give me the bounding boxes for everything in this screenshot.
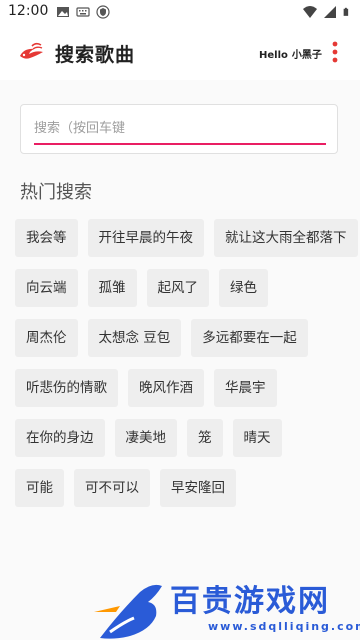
chip-row: 可能 可不可以 早安隆回: [15, 469, 360, 507]
hot-search-chip[interactable]: 孤雏: [87, 269, 137, 307]
search-card: [20, 104, 338, 154]
signal-icon: [324, 6, 336, 18]
hot-search-chip[interactable]: 起风了: [146, 269, 209, 307]
status-icons-right: [303, 5, 352, 19]
chip-row: 周杰伦 太想念 豆包 多远都要在一起: [15, 319, 360, 357]
hot-search-title: 热门搜索: [20, 182, 92, 203]
greeting-text: Hello: [259, 50, 288, 61]
hot-search-chip[interactable]: 听悲伤的情歌: [15, 369, 118, 407]
hot-search-chip[interactable]: 向云端: [15, 269, 78, 307]
status-time: 12:00: [8, 3, 49, 19]
hot-search-chip[interactable]: 华晨宇: [214, 369, 277, 407]
hot-search-chip[interactable]: 太想念 豆包: [87, 319, 182, 357]
search-underline: [34, 143, 326, 145]
hot-search-chip[interactable]: 早安隆回: [160, 469, 236, 507]
page-title: 搜索歌曲: [55, 44, 136, 66]
watermark-url: www.sdqlliqing.com: [208, 620, 360, 633]
chip-row: 在你的身边 凄美地 笼 晴天: [15, 419, 360, 457]
hot-search-chip[interactable]: 开往早晨的午夜: [87, 219, 204, 257]
hot-search-chip[interactable]: 多远都要在一起: [191, 319, 308, 357]
chip-row: 我会等 开往早晨的午夜 就让这大雨全都落下: [15, 219, 360, 257]
hot-search-chip[interactable]: 晴天: [232, 419, 282, 457]
status-icons-left: [56, 5, 110, 19]
more-vert-icon[interactable]: [328, 40, 342, 64]
search-input[interactable]: [34, 115, 326, 141]
hot-search-chip[interactable]: 凄美地: [114, 419, 177, 457]
user-greeting: Hello 小黑子: [259, 46, 322, 61]
battery-icon: [343, 7, 349, 16]
hot-search-chip[interactable]: 周杰伦: [15, 319, 78, 357]
image-icon: [57, 7, 69, 17]
hot-search-chip[interactable]: 绿色: [219, 269, 268, 307]
bird-logo-icon: [20, 42, 43, 59]
chip-row: 向云端 孤雏 起风了 绿色: [15, 269, 360, 307]
app-bar: 搜索歌曲 Hello 小黑子: [0, 24, 360, 80]
status-bar: 12:00: [0, 0, 360, 24]
hot-search-chip[interactable]: 可不可以: [74, 469, 150, 507]
hot-search-chip[interactable]: 就让这大雨全都落下: [214, 219, 358, 257]
hot-search-chip[interactable]: 笼: [187, 419, 223, 457]
wifi-icon: [303, 6, 317, 18]
hot-search-chip[interactable]: 可能: [15, 469, 64, 507]
user-name: 小黑子: [291, 50, 322, 61]
watermark-text: 百贵游戏网: [170, 584, 330, 619]
hot-search-chip[interactable]: 我会等: [15, 219, 78, 257]
hot-search-list: 我会等 开往早晨的午夜 就让这大雨全都落下 向云端 孤雏 起风了 绿色 周杰伦 …: [15, 219, 360, 519]
keyboard-icon: [76, 7, 90, 17]
shield-icon: [96, 5, 110, 19]
hot-search-chip[interactable]: 在你的身边: [15, 419, 105, 457]
chip-row: 听悲伤的情歌 晚风作酒 华晨宇: [15, 369, 360, 407]
hot-search-chip[interactable]: 晚风作酒: [128, 369, 204, 407]
